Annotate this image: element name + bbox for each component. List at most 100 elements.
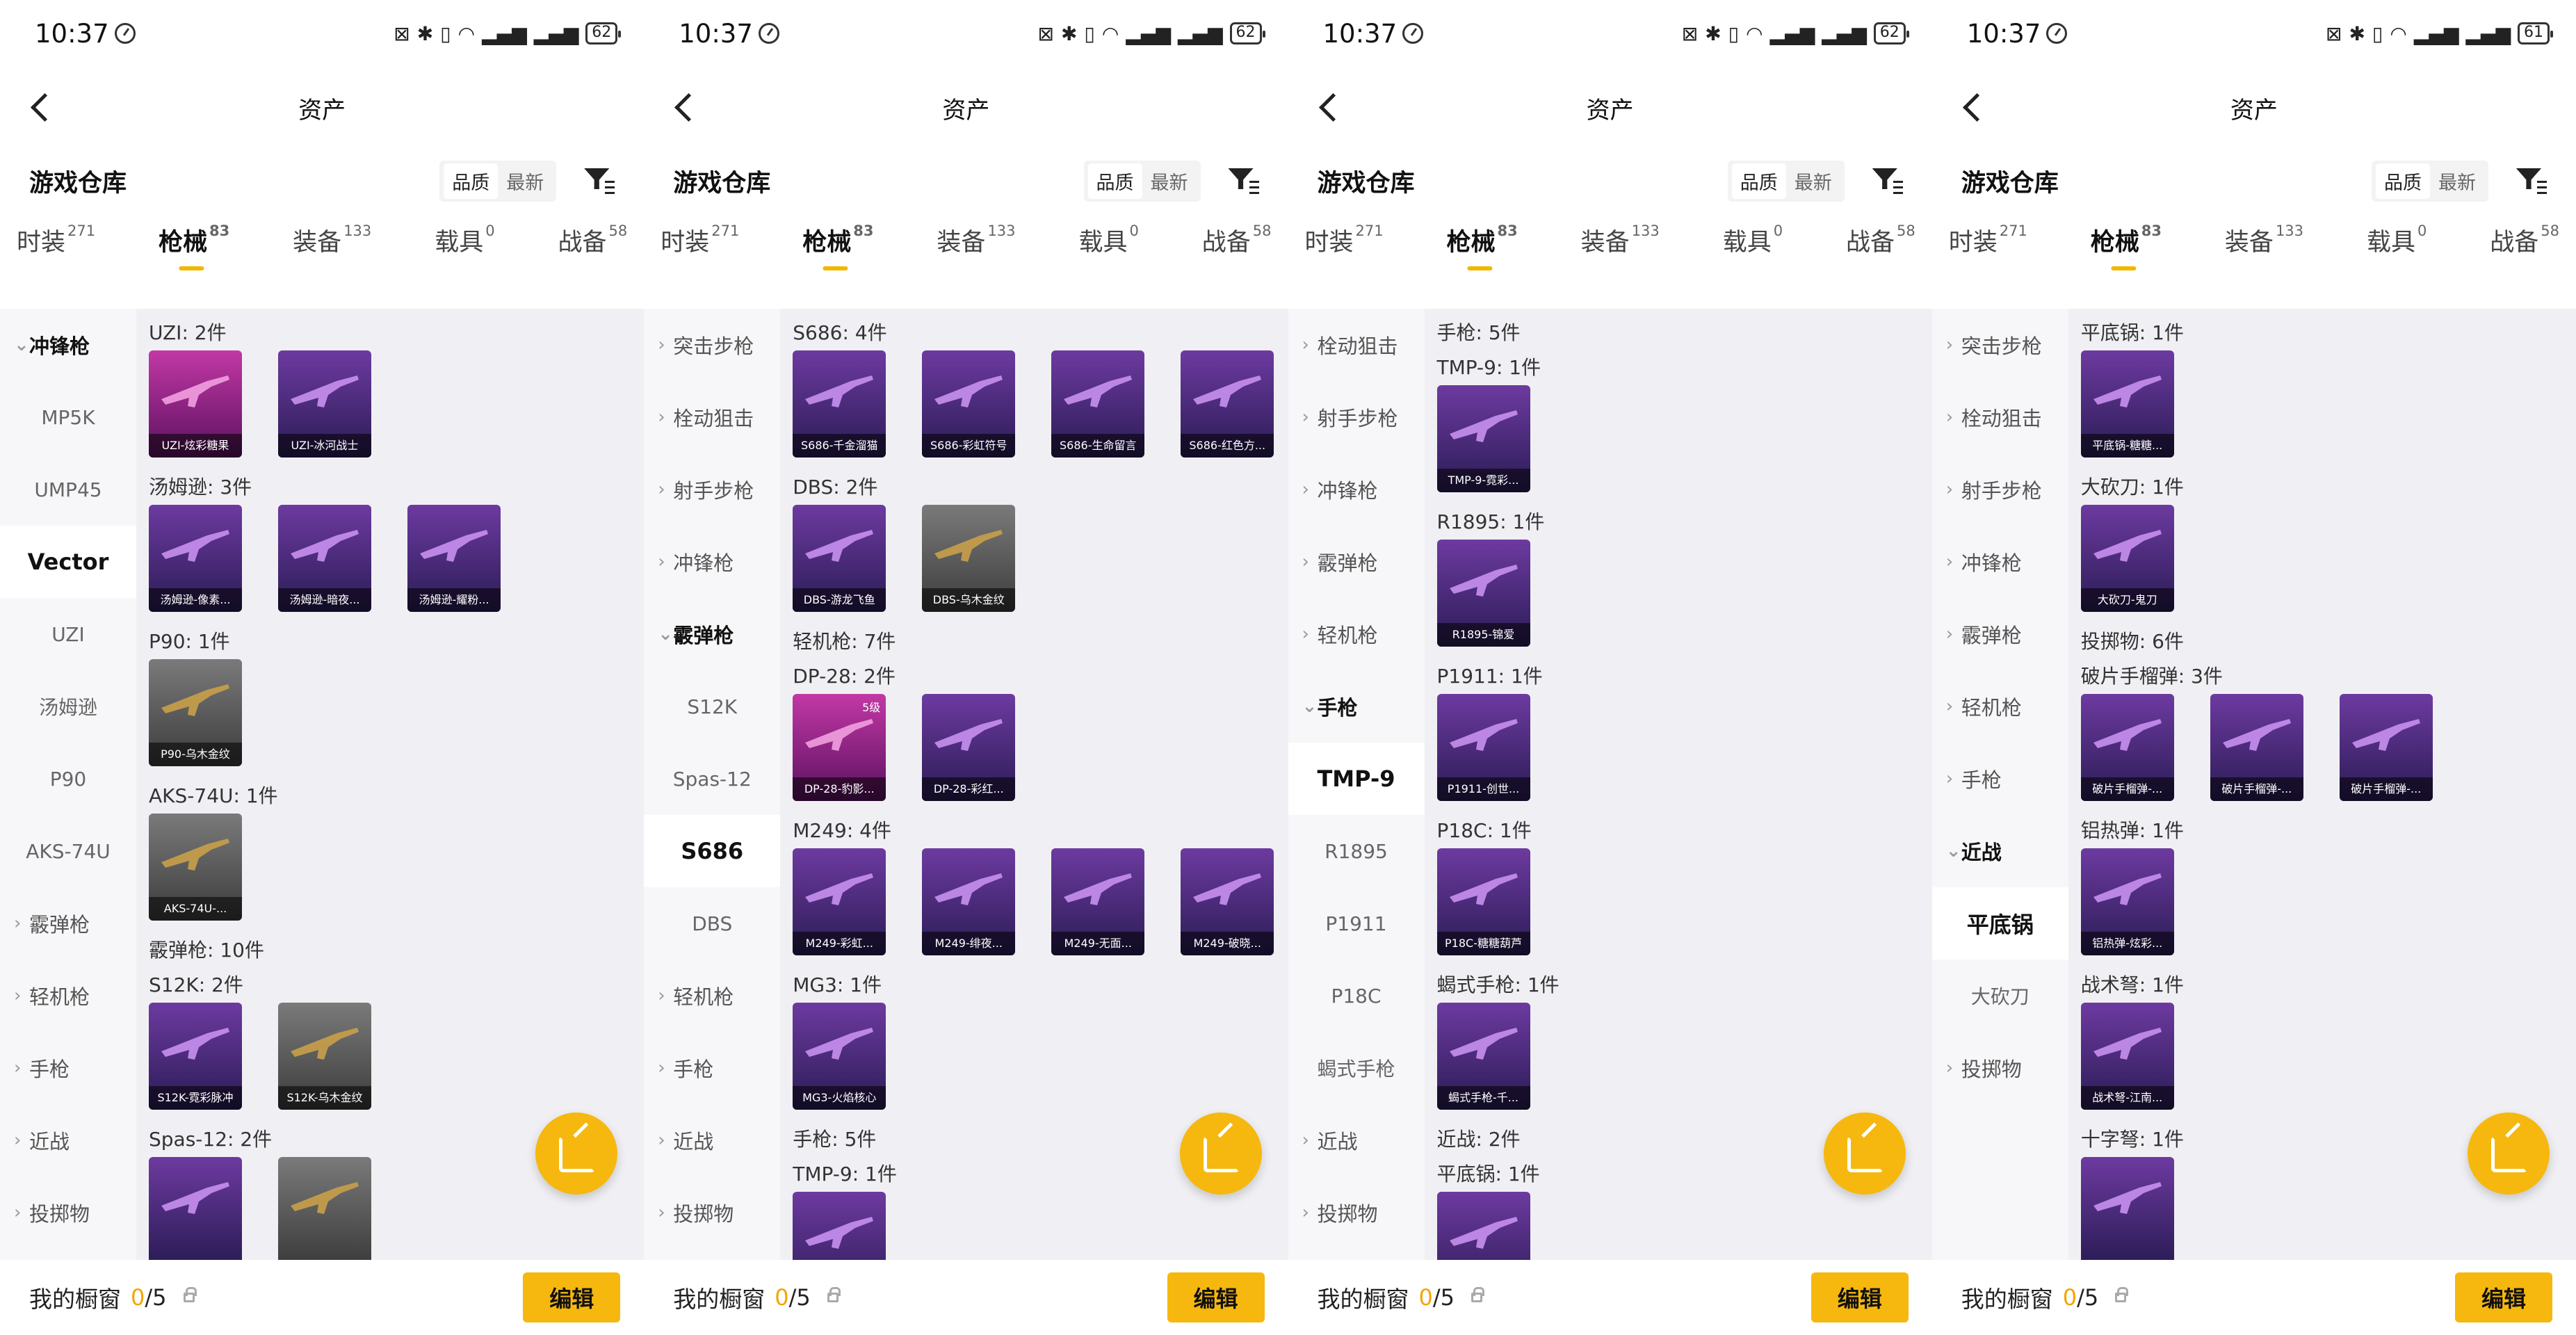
tab-0[interactable]: 时装 271 — [1305, 222, 1384, 264]
item-card[interactable]: 破片手榴弹-... — [2080, 694, 2174, 801]
side-item-8[interactable]: DBS — [644, 887, 780, 960]
side-item-9[interactable]: 大砍刀 — [1932, 960, 2068, 1032]
side-item-7[interactable]: S686 — [644, 815, 781, 887]
item-card[interactable]: UZI-炫彩糖果 — [149, 350, 242, 458]
item-card[interactable]: 汤姆逊-耀粉... — [407, 505, 501, 612]
side-item-2[interactable]: UMP45 — [0, 453, 136, 526]
edit-button[interactable]: 编辑 — [2455, 1272, 2552, 1322]
item-card[interactable]: R1895-锦爱 — [1436, 540, 1530, 647]
item-card[interactable]: P18C-糖糖葫芦 — [1436, 848, 1530, 955]
sort-quality-button[interactable]: 品质 — [2376, 163, 2430, 199]
side-item-9[interactable]: › 轻机枪 — [644, 960, 780, 1032]
sort-latest-button[interactable]: 最新 — [1142, 163, 1197, 199]
side-item-3[interactable]: › 霰弹枪 — [1288, 526, 1425, 598]
side-item-2[interactable]: › 射手步枪 — [644, 453, 780, 526]
item-card[interactable]: TMP-9-霓彩... — [1436, 385, 1530, 492]
filter-icon[interactable] — [2516, 165, 2547, 196]
item-card[interactable]: AKS-74U-... — [149, 814, 242, 921]
side-item-0[interactable]: › 突击步枪 — [1932, 309, 2068, 381]
tab-1[interactable]: 枪械 83 — [1447, 222, 1518, 264]
item-card[interactable]: DBS-乌木金纹 — [922, 505, 1016, 612]
item-card[interactable] — [2080, 1157, 2174, 1260]
side-item-0[interactable]: › 突击步枪 — [644, 309, 780, 381]
side-item-3[interactable]: › 冲锋枪 — [644, 526, 780, 598]
side-item-7[interactable]: AKS-74U — [0, 815, 136, 887]
item-card[interactable]: 大砍刀-鬼刀 — [2080, 505, 2174, 612]
item-card[interactable]: 5级 DP-28-豹影... — [793, 694, 886, 801]
item-card[interactable]: M249-绯夜... — [922, 848, 1016, 955]
side-item-1[interactable]: › 栓动狙击 — [1932, 381, 2068, 453]
side-item-6[interactable]: Spas-12 — [644, 743, 780, 815]
side-item-10[interactable]: 蝎式手枪 — [1288, 1032, 1425, 1104]
item-card[interactable]: UZI-冰河战士 — [278, 350, 371, 458]
share-button[interactable] — [1179, 1112, 1262, 1195]
side-item-0[interactable]: ⌄ 冲锋枪 — [0, 309, 136, 381]
side-item-9[interactable]: P18C — [1288, 960, 1425, 1032]
item-card[interactable] — [278, 1157, 371, 1260]
side-item-12[interactable]: › 投掷物 — [0, 1176, 136, 1249]
back-arrow-icon[interactable] — [1316, 93, 1344, 121]
side-item-10[interactable]: › 手枪 — [0, 1032, 136, 1104]
tab-0[interactable]: 时装 271 — [661, 222, 739, 264]
side-item-5[interactable]: ⌄ 手枪 — [1288, 670, 1425, 743]
side-item-7[interactable]: R1895 — [1288, 815, 1425, 887]
item-card[interactable] — [1436, 1192, 1530, 1260]
item-card[interactable]: 汤姆逊-暗夜... — [278, 505, 371, 612]
tab-1[interactable]: 枪械 83 — [802, 222, 873, 264]
item-card[interactable]: 破片手榴弹-... — [2210, 694, 2303, 801]
back-arrow-icon[interactable] — [1960, 93, 1988, 121]
back-arrow-icon[interactable] — [672, 93, 699, 121]
item-card[interactable]: DBS-游龙飞鱼 — [793, 505, 886, 612]
item-card[interactable]: M249-彩虹... — [793, 848, 886, 955]
tab-4[interactable]: 战备 58 — [558, 222, 627, 264]
side-item-3[interactable]: Vector — [0, 526, 136, 598]
item-card[interactable]: 蝎式手枪-千... — [1436, 1003, 1530, 1110]
side-item-0[interactable]: › 栓动狙击 — [1288, 309, 1425, 381]
tab-4[interactable]: 战备 58 — [2490, 222, 2559, 264]
item-card[interactable]: P90-乌木金纹 — [149, 659, 242, 766]
tab-1[interactable]: 枪械 83 — [2091, 222, 2162, 264]
item-card[interactable]: S686-生命留言 — [1051, 350, 1145, 458]
item-card[interactable]: 战术弩-江南... — [2080, 1003, 2174, 1110]
edit-button[interactable]: 编辑 — [1811, 1272, 1909, 1322]
tab-3[interactable]: 载具 0 — [1078, 222, 1138, 264]
item-card[interactable]: DP-28-彩红... — [922, 694, 1016, 801]
filter-icon[interactable] — [584, 165, 615, 196]
side-item-2[interactable]: › 射手步枪 — [1932, 453, 2068, 526]
sort-latest-button[interactable]: 最新 — [1786, 163, 1840, 199]
side-item-6[interactable]: TMP-9 — [1288, 743, 1425, 815]
tab-3[interactable]: 载具 0 — [1723, 222, 1783, 264]
sort-quality-button[interactable]: 品质 — [444, 163, 499, 199]
tab-0[interactable]: 时装 271 — [1949, 222, 2027, 264]
side-item-2[interactable]: › 冲锋枪 — [1288, 453, 1425, 526]
side-item-9[interactable]: › 轻机枪 — [0, 960, 136, 1032]
side-item-3[interactable]: › 冲锋枪 — [1932, 526, 2068, 598]
item-card[interactable]: P1911-创世... — [1436, 694, 1530, 801]
side-item-11[interactable]: › 近战 — [644, 1104, 780, 1176]
side-item-11[interactable]: › 近战 — [1288, 1104, 1425, 1176]
tab-4[interactable]: 战备 58 — [1846, 222, 1915, 264]
share-button[interactable] — [535, 1112, 618, 1195]
item-card[interactable]: 破片手榴弹-... — [2339, 694, 2433, 801]
tab-2[interactable]: 装备 133 — [937, 222, 1015, 264]
side-item-4[interactable]: UZI — [0, 598, 136, 670]
tab-2[interactable]: 装备 133 — [1581, 222, 1660, 264]
side-item-5[interactable]: S12K — [644, 670, 780, 743]
side-item-5[interactable]: › 轻机枪 — [1932, 670, 2068, 743]
side-item-6[interactable]: P90 — [0, 743, 136, 815]
tab-2[interactable]: 装备 133 — [293, 222, 371, 264]
side-item-10[interactable]: › 投掷物 — [1932, 1032, 2068, 1104]
item-card[interactable]: S686-彩虹符号 — [922, 350, 1016, 458]
side-item-11[interactable]: › 近战 — [0, 1104, 136, 1176]
tab-3[interactable]: 载具 0 — [2367, 222, 2427, 264]
side-item-7[interactable]: ⌄ 近战 — [1932, 815, 2068, 887]
edit-button[interactable]: 编辑 — [1167, 1272, 1265, 1322]
side-item-1[interactable]: MP5K — [0, 381, 136, 453]
sort-latest-button[interactable]: 最新 — [2430, 163, 2484, 199]
side-item-1[interactable]: › 栓动狙击 — [644, 381, 780, 453]
side-item-4[interactable]: › 霰弹枪 — [1932, 598, 2068, 670]
sort-quality-button[interactable]: 品质 — [1731, 163, 1786, 199]
item-card[interactable] — [793, 1192, 886, 1260]
side-item-5[interactable]: 汤姆逊 — [0, 670, 136, 743]
edit-button[interactable]: 编辑 — [523, 1272, 621, 1322]
